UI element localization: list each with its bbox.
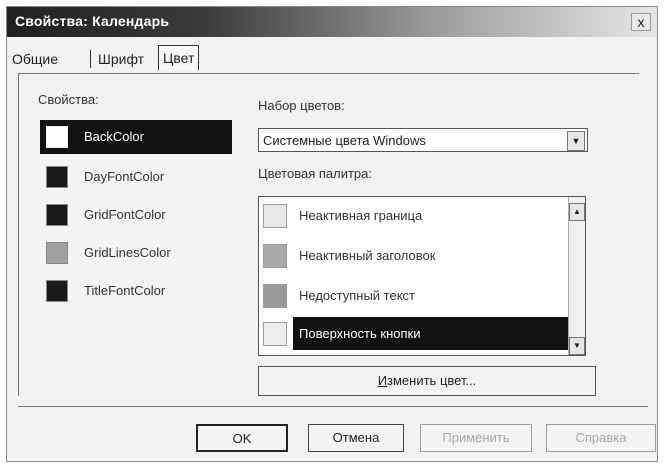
property-item-gridfontcolor[interactable]: GridFontColor (40, 198, 232, 232)
property-label: TitleFontColor (84, 283, 166, 298)
apply-button[interactable]: Применить (420, 424, 532, 452)
palette-item-selected[interactable]: Поверхность кнопки (259, 315, 569, 352)
window-title: Свойства: Календарь (15, 13, 170, 29)
property-item-dayfontcolor[interactable]: DayFontColor (40, 160, 232, 194)
chevron-down-icon[interactable]: ▼ (567, 131, 585, 151)
palette-item-label: Неактивный заголовок (299, 248, 436, 263)
change-color-accesskey: И (377, 373, 388, 388)
palette-scrollbar[interactable]: ▲ ▼ (568, 197, 585, 355)
property-label: BackColor (84, 129, 144, 144)
color-swatch (263, 204, 287, 228)
tab-general[interactable]: Общие (12, 48, 58, 70)
property-label: GridFontColor (84, 207, 166, 222)
palette-item-label: Поверхность кнопки (299, 326, 421, 341)
palette-item-label: Недоступный текст (299, 288, 416, 303)
change-color-label: зменить цвет... (387, 373, 477, 388)
palette-item-label: Неактивная граница (299, 208, 423, 223)
color-swatch (263, 284, 287, 308)
palette-item[interactable]: Неактивный заголовок (259, 237, 569, 274)
scroll-up-icon[interactable]: ▲ (569, 203, 585, 221)
property-label: DayFontColor (84, 169, 165, 184)
properties-list: BackColor DayFontColor GridFontColor Gri… (40, 120, 232, 320)
color-swatch (46, 166, 68, 188)
tab-font[interactable]: Шрифт (98, 48, 144, 70)
tab-color[interactable]: Цвет (158, 45, 200, 70)
color-swatch (263, 322, 287, 346)
property-item-titlefontcolor[interactable]: TitleFontColor (40, 274, 232, 308)
properties-label: Свойства: (38, 92, 99, 107)
color-swatch (46, 126, 68, 148)
tab-divider (90, 50, 91, 68)
palette-item[interactable]: Недоступный текст (259, 277, 569, 314)
property-item-backcolor[interactable]: BackColor (40, 120, 232, 154)
help-button[interactable]: Справка (546, 424, 656, 452)
title-bar[interactable]: Свойства: Календарь x (7, 7, 657, 37)
color-palette-list: Неактивная граница Неактивный заголовок … (258, 196, 586, 356)
footer-divider (18, 406, 648, 407)
close-icon[interactable]: x (631, 13, 651, 31)
color-swatch (46, 280, 68, 302)
color-set-select[interactable]: Системные цвета Windows ▼ (258, 128, 588, 152)
ok-button[interactable]: OK (196, 424, 288, 452)
color-swatch (263, 244, 287, 268)
cancel-button[interactable]: Отмена (308, 424, 404, 452)
property-label: GridLinesColor (84, 245, 171, 260)
color-swatch (46, 242, 68, 264)
color-set-label: Набор цветов: (258, 98, 345, 113)
change-color-button[interactable]: Изменить цвет... (258, 366, 596, 396)
palette-label: Цветовая палитра: (258, 166, 372, 181)
scroll-down-icon[interactable]: ▼ (569, 337, 585, 355)
property-item-gridlinescolor[interactable]: GridLinesColor (40, 236, 232, 270)
palette-item[interactable]: Неактивная граница (259, 197, 569, 234)
color-set-value: Системные цвета Windows (263, 133, 426, 148)
color-swatch (46, 204, 68, 226)
